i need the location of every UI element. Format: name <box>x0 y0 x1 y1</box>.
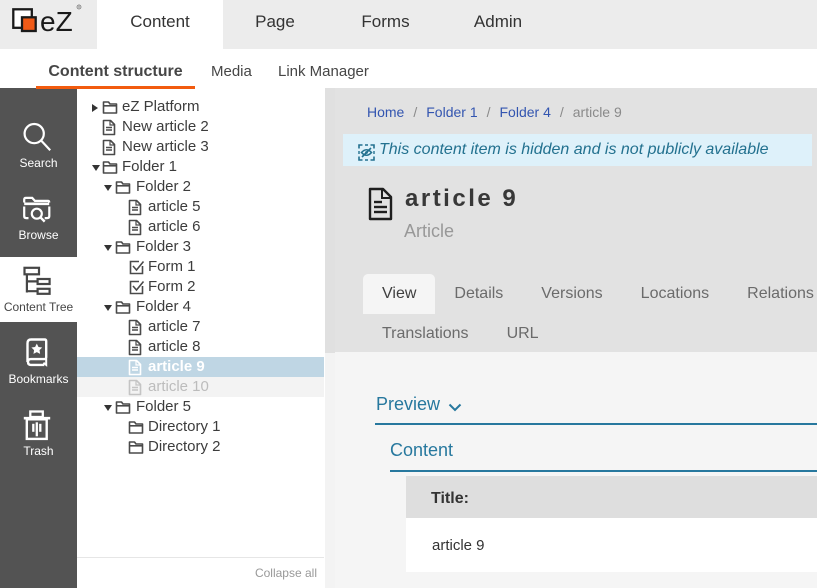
svg-text:eZ: eZ <box>40 6 73 37</box>
